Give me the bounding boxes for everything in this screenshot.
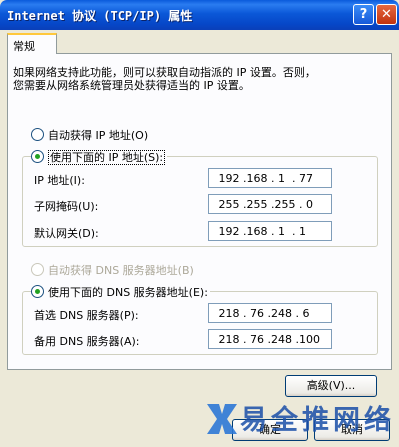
tab-general[interactable]: 常规 bbox=[7, 33, 57, 54]
close-button[interactable]: ✕ bbox=[376, 4, 397, 25]
alternate-dns-label: 备用 DNS 服务器(A): bbox=[34, 335, 140, 348]
window-title: Internet 协议 (TCP/IP) 属性 bbox=[7, 9, 193, 23]
tab-general-label: 常规 bbox=[13, 40, 35, 53]
auto-dns-label: 自动获得 DNS 服务器地址(B) bbox=[48, 264, 194, 277]
subnet-mask-input[interactable]: 255 .255 .255 . 0 bbox=[208, 194, 332, 214]
intro-line-1: 如果网络支持此功能，则可以获取自动指派的 IP 设置。否则， bbox=[13, 66, 316, 79]
manual-ip-option[interactable]: 使用下面的 IP 地址(S): bbox=[31, 149, 168, 165]
auto-ip-option[interactable]: 自动获得 IP 地址(O) bbox=[31, 127, 148, 143]
watermark-logo-icon bbox=[207, 404, 237, 434]
tcpip-properties-dialog: Internet 协议 (TCP/IP) 属性 ? ✕ 常规 如果网络支持此功能… bbox=[0, 0, 399, 447]
default-gateway-input[interactable]: 192 .168 . 1 . 1 bbox=[208, 221, 332, 241]
intro-line-2: 您需要从网络系统管理员处获得适当的 IP 设置。 bbox=[13, 79, 250, 92]
advanced-button[interactable]: 高级(V)... bbox=[285, 375, 377, 397]
preferred-dns-input[interactable]: 218 . 76 .248 . 6 bbox=[208, 303, 332, 323]
title-bar[interactable]: Internet 协议 (TCP/IP) 属性 ? ✕ bbox=[0, 0, 399, 30]
auto-ip-label: 自动获得 IP 地址(O) bbox=[48, 129, 149, 142]
ip-address-label: IP 地址(I): bbox=[34, 174, 85, 187]
intro-text: 如果网络支持此功能，则可以获取自动指派的 IP 设置。否则， 您需要从网络系统管… bbox=[13, 66, 373, 92]
auto-ip-radio[interactable] bbox=[31, 128, 44, 141]
preferred-dns-label: 首选 DNS 服务器(P): bbox=[34, 309, 139, 322]
alternate-dns-input[interactable]: 218 . 76 .248 .100 bbox=[208, 329, 332, 349]
auto-dns-radio[interactable] bbox=[31, 263, 44, 276]
ip-address-input[interactable]: 192 .168 . 1 . 77 bbox=[208, 168, 332, 188]
auto-dns-option[interactable]: 自动获得 DNS 服务器地址(B) bbox=[31, 262, 194, 278]
manual-ip-radio[interactable] bbox=[31, 150, 44, 163]
manual-dns-option[interactable]: 使用下面的 DNS 服务器地址(E): bbox=[31, 284, 210, 300]
help-button[interactable]: ? bbox=[353, 4, 374, 25]
manual-ip-label: 使用下面的 IP 地址(S): bbox=[48, 150, 166, 165]
help-icon: ? bbox=[359, 7, 368, 22]
manual-dns-label: 使用下面的 DNS 服务器地址(E): bbox=[48, 286, 208, 299]
watermark-text: 易全推网络 bbox=[240, 405, 395, 436]
default-gateway-label: 默认网关(D): bbox=[34, 227, 99, 240]
close-icon: ✕ bbox=[381, 7, 392, 22]
subnet-mask-label: 子网掩码(U): bbox=[34, 200, 99, 213]
manual-dns-radio[interactable] bbox=[31, 285, 44, 298]
